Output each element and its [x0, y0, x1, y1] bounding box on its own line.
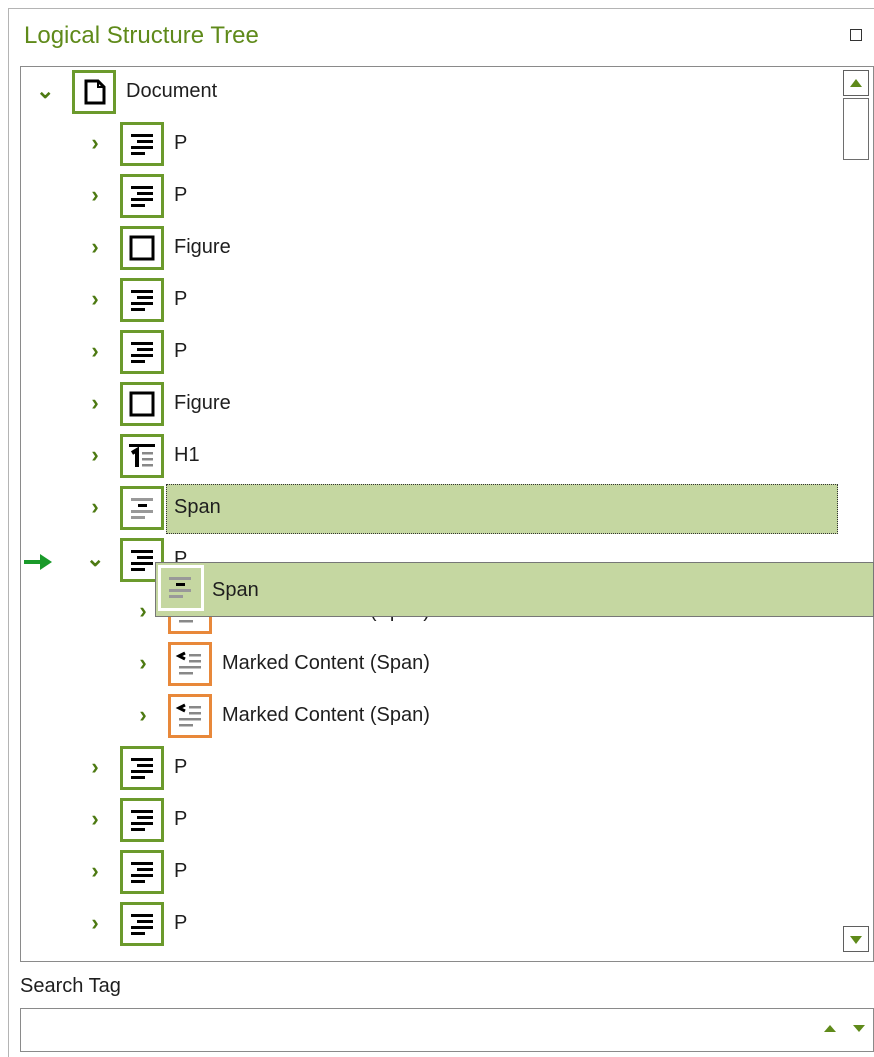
- tree-node-label: P: [174, 132, 188, 154]
- chevron-right-icon[interactable]: ›: [86, 182, 104, 208]
- tree-node-selected[interactable]: › Span: [86, 486, 836, 538]
- chevron-right-icon[interactable]: ›: [134, 598, 152, 624]
- chevron-right-icon[interactable]: ›: [134, 702, 152, 728]
- tree-node[interactable]: › P: [86, 330, 836, 382]
- paragraph-icon: [120, 902, 164, 946]
- chevron-down-icon[interactable]: ⌄: [36, 78, 54, 104]
- paragraph-icon: [120, 278, 164, 322]
- marked-content-icon: [168, 694, 212, 738]
- chevron-right-icon[interactable]: ›: [86, 754, 104, 780]
- vertical-scrollbar[interactable]: [842, 68, 873, 960]
- chevron-down-icon[interactable]: ⌄: [86, 546, 104, 572]
- tree-node-label: P: [174, 340, 188, 362]
- paragraph-icon: [120, 746, 164, 790]
- maximize-button[interactable]: [850, 29, 862, 41]
- tree-node[interactable]: › P: [86, 278, 836, 330]
- search-tag-input[interactable]: [20, 1008, 874, 1052]
- tree-node-label: P: [174, 808, 188, 830]
- marked-content-icon: [168, 642, 212, 686]
- tree-node[interactable]: › P: [86, 850, 836, 902]
- tree-node-label: Figure: [174, 236, 231, 258]
- scroll-thumb[interactable]: [843, 98, 869, 160]
- panel-title: Logical Structure Tree: [24, 22, 259, 49]
- tree-node-document[interactable]: ⌄ Document: [36, 70, 836, 122]
- tree-node[interactable]: › P: [86, 174, 836, 226]
- paragraph-icon: [120, 174, 164, 218]
- tree-node[interactable]: › H1: [86, 434, 836, 486]
- chevron-right-icon[interactable]: ›: [86, 910, 104, 936]
- tree-node-label: P: [174, 288, 188, 310]
- chevron-right-icon[interactable]: ›: [86, 442, 104, 468]
- tree-node-child[interactable]: › Marked Content (Span): [134, 642, 834, 694]
- tree-node-label: Document: [126, 80, 218, 102]
- tree-node-label: P: [174, 756, 188, 778]
- figure-icon: [120, 226, 164, 270]
- tree-node[interactable]: › P: [86, 798, 836, 850]
- figure-icon: [120, 382, 164, 426]
- tree-node[interactable]: › P: [86, 122, 836, 174]
- span-icon: [158, 565, 204, 611]
- tree-node[interactable]: › Figure: [86, 382, 836, 434]
- chevron-right-icon[interactable]: ›: [86, 234, 104, 260]
- drop-target-arrow-icon: [24, 552, 54, 572]
- document-icon: [72, 70, 116, 114]
- chevron-right-icon[interactable]: ›: [86, 806, 104, 832]
- tree-node-label: H1: [174, 444, 200, 466]
- heading-icon: [120, 434, 164, 478]
- chevron-right-icon[interactable]: ›: [86, 338, 104, 364]
- tree-node[interactable]: › P: [86, 746, 836, 798]
- tree-node-label: Marked Content (Span): [222, 652, 430, 674]
- search-previous-arrow-icon[interactable]: [824, 1025, 836, 1032]
- span-icon: [120, 486, 164, 530]
- tree-node-label: Span: [174, 496, 221, 518]
- paragraph-icon: [120, 122, 164, 166]
- paragraph-icon: [120, 798, 164, 842]
- search-tag-label: Search Tag: [20, 975, 121, 997]
- paragraph-icon: [120, 850, 164, 894]
- tree-node-label: P: [174, 912, 188, 934]
- tree-node-child[interactable]: › Marked Content (Span): [134, 694, 834, 746]
- paragraph-icon: [120, 330, 164, 374]
- chevron-right-icon[interactable]: ›: [86, 858, 104, 884]
- tree-node-label: Marked Content (Span): [222, 704, 430, 726]
- chevron-right-icon[interactable]: ›: [86, 286, 104, 312]
- drag-ghost: Span: [155, 562, 874, 617]
- scroll-down-button[interactable]: [843, 926, 869, 952]
- search-next-arrow-icon[interactable]: [853, 1025, 865, 1032]
- chevron-right-icon[interactable]: ›: [86, 390, 104, 416]
- chevron-right-icon[interactable]: ›: [134, 650, 152, 676]
- drag-ghost-label: Span: [212, 579, 259, 601]
- tree-node[interactable]: › P: [86, 902, 836, 960]
- tree-node-label: P: [174, 184, 188, 206]
- chevron-right-icon[interactable]: ›: [86, 494, 104, 520]
- tree-node-label: P: [174, 860, 188, 882]
- tree-node-label: Figure: [174, 392, 231, 414]
- scroll-up-button[interactable]: [843, 70, 869, 96]
- chevron-right-icon[interactable]: ›: [86, 130, 104, 156]
- tree-node[interactable]: › Figure: [86, 226, 836, 278]
